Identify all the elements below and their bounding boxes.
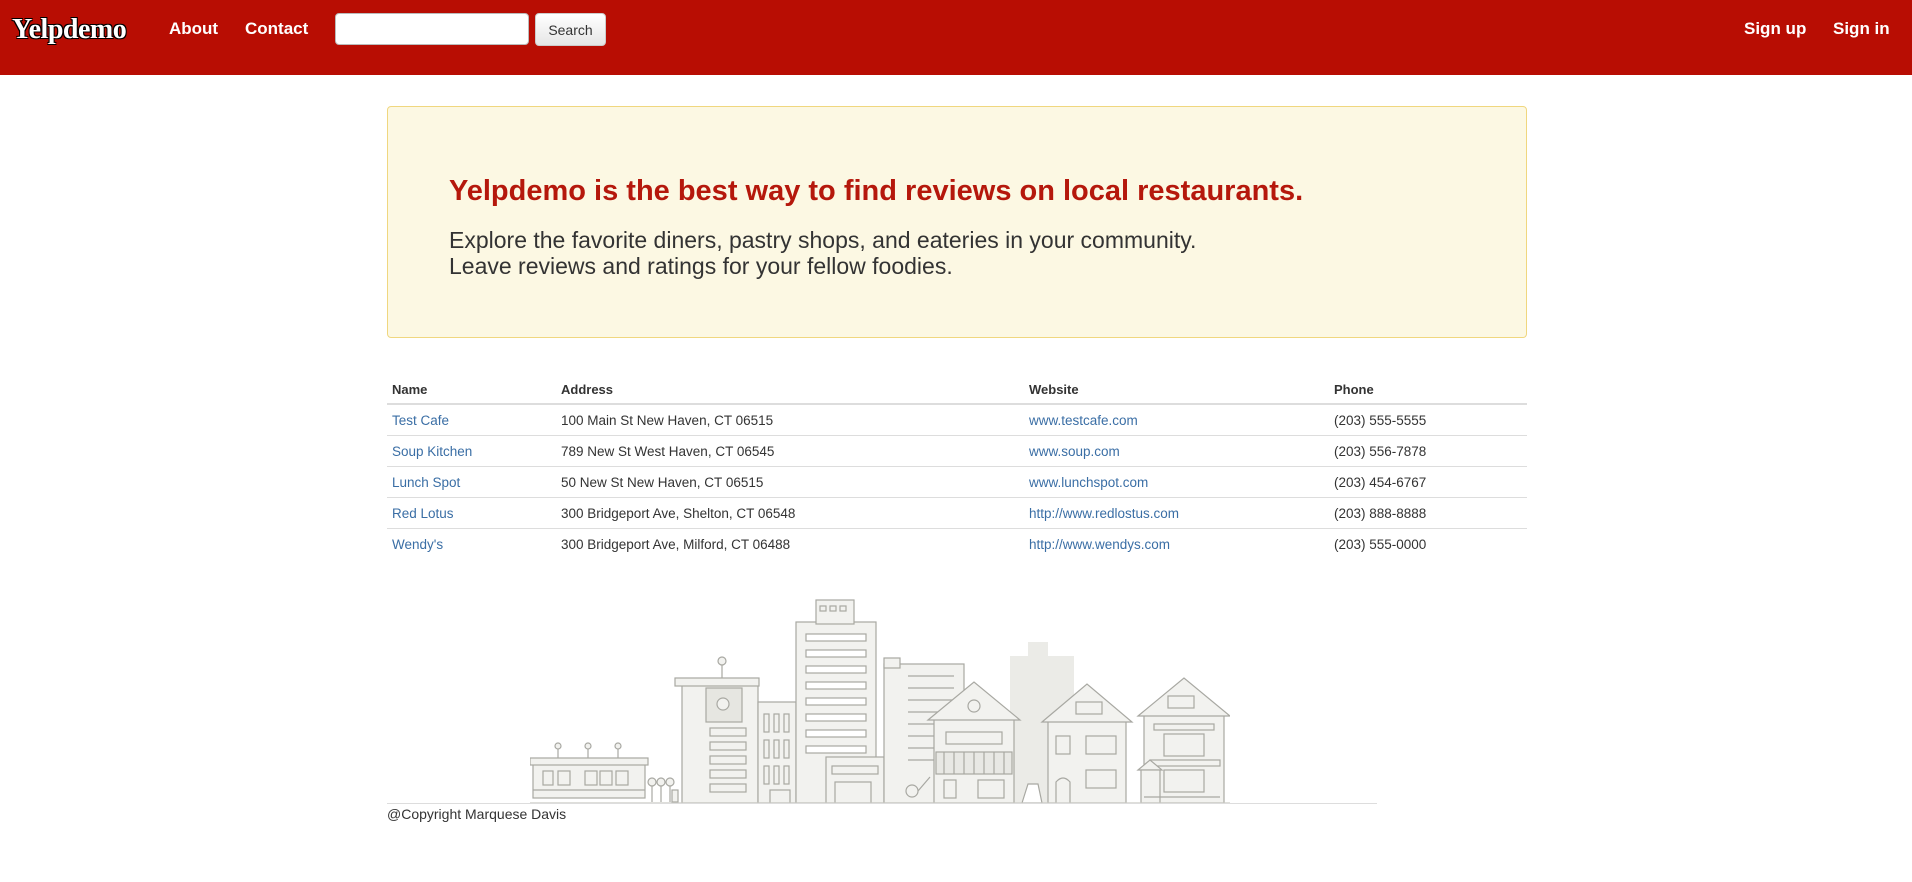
column-header-address: Address	[556, 372, 1024, 405]
restaurants-table: Name Address Website Phone Test Cafe 100…	[387, 372, 1527, 559]
table-row: Test Cafe 100 Main St New Haven, CT 0651…	[387, 404, 1527, 436]
website-cell: http://www.wendys.com	[1024, 528, 1329, 559]
table-header-row: Name Address Website Phone	[387, 372, 1527, 405]
footer-copyright: @Copyright Marquese Davis	[387, 806, 567, 822]
nav-link-sign-in[interactable]: Sign in	[1833, 19, 1890, 39]
website-cell: www.soup.com	[1024, 435, 1329, 467]
table-row: Lunch Spot 50 New St New Haven, CT 06515…	[387, 466, 1527, 498]
name-cell: Wendy's	[387, 528, 556, 559]
hero-text-line-1: Explore the favorite diners, pastry shop…	[449, 227, 1197, 253]
table-row: Red Lotus 300 Bridgeport Ave, Shelton, C…	[387, 497, 1527, 529]
phone-cell: (203) 454-6767	[1329, 466, 1527, 498]
restaurant-link[interactable]: Red Lotus	[392, 506, 454, 521]
nav-link-about[interactable]: About	[169, 19, 218, 39]
restaurant-link[interactable]: Wendy's	[392, 537, 443, 552]
search-input[interactable]	[335, 13, 529, 45]
table-row: Wendy's 300 Bridgeport Ave, Milford, CT …	[387, 528, 1527, 559]
name-cell: Red Lotus	[387, 497, 556, 529]
address-cell: 300 Bridgeport Ave, Milford, CT 06488	[556, 528, 1024, 559]
phone-cell: (203) 888-8888	[1329, 497, 1527, 529]
website-link[interactable]: www.soup.com	[1029, 444, 1120, 459]
hero-jumbotron: Yelpdemo is the best way to find reviews…	[387, 106, 1527, 338]
name-cell: Lunch Spot	[387, 466, 556, 498]
nav-link-sign-up[interactable]: Sign up	[1744, 19, 1806, 39]
hero-text-line-2: Leave reviews and ratings for your fello…	[449, 253, 953, 279]
website-cell: www.testcafe.com	[1024, 404, 1329, 436]
restaurant-link[interactable]: Lunch Spot	[392, 475, 460, 490]
brand-logo[interactable]: Yelpdemo	[12, 14, 127, 46]
website-cell: www.lunchspot.com	[1024, 466, 1329, 498]
phone-cell: (203) 555-5555	[1334, 412, 1427, 428]
table-row: Soup Kitchen 789 New St West Haven, CT 0…	[387, 435, 1527, 467]
city-skyline-illustration	[530, 599, 1230, 804]
name-cell: Test Cafe	[387, 404, 556, 436]
address-cell: 100 Main St New Haven, CT 06515	[561, 412, 774, 428]
footer-divider	[387, 803, 1377, 804]
address-cell: 300 Bridgeport Ave, Shelton, CT 06548	[556, 497, 1024, 529]
website-link[interactable]: http://www.redlostus.com	[1029, 506, 1179, 521]
website-cell: http://www.redlostus.com	[1024, 497, 1329, 529]
column-header-phone: Phone	[1329, 372, 1527, 405]
phone-cell: (203) 556-7878	[1329, 435, 1527, 467]
address-cell: 50 New St New Haven, CT 06515	[556, 466, 1024, 498]
nav-link-contact[interactable]: Contact	[245, 19, 308, 39]
website-link[interactable]: http://www.wendys.com	[1029, 537, 1170, 552]
top-navbar: Yelpdemo About Contact Search Sign up Si…	[0, 0, 1912, 75]
address-cell: 789 New St West Haven, CT 06545	[556, 435, 1024, 467]
phone-cell: (203) 555-0000	[1329, 528, 1527, 559]
restaurant-link[interactable]: Test Cafe	[392, 413, 449, 428]
website-link[interactable]: www.testcafe.com	[1029, 413, 1138, 428]
column-header-name: Name	[387, 372, 556, 405]
hero-title: Yelpdemo is the best way to find reviews…	[449, 175, 1304, 207]
name-cell: Soup Kitchen	[387, 435, 556, 467]
restaurant-link[interactable]: Soup Kitchen	[392, 444, 472, 459]
website-link[interactable]: www.lunchspot.com	[1029, 475, 1148, 490]
search-button[interactable]: Search	[535, 13, 606, 46]
column-header-website: Website	[1024, 372, 1329, 405]
